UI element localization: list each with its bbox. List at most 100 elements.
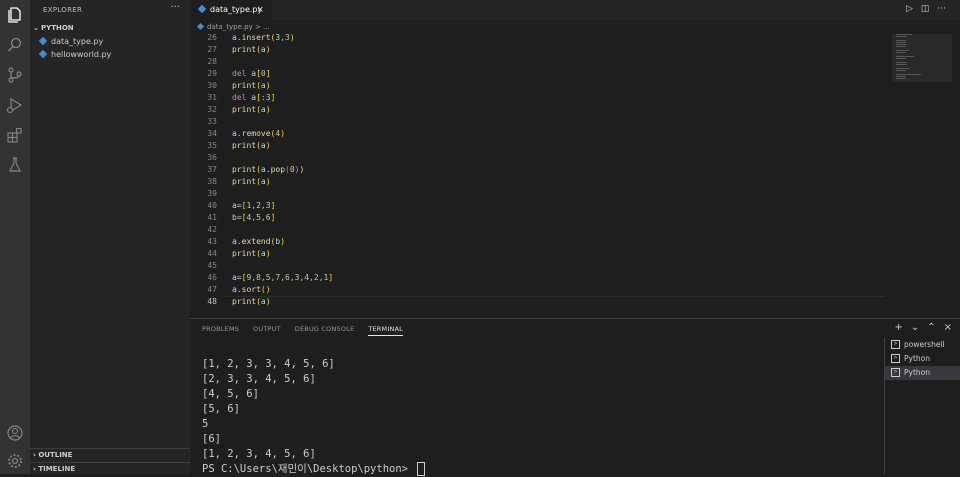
line-number: 36	[207, 153, 217, 162]
code-line[interactable]: 35 print(a)	[190, 140, 892, 152]
line-number: 27	[207, 45, 217, 54]
code-editor[interactable]: 26 a.insert(3,3) 27 print(a) 28 29 del a[0] 30 p…	[190, 34, 892, 306]
code-token: ]	[270, 213, 276, 222]
minimap-line	[896, 77, 906, 79]
line-number: 41	[207, 213, 217, 222]
code-text: a=[9,8,5,7,6,3,4,2,1]	[232, 272, 333, 284]
code-line[interactable]: 48 print(a)	[190, 296, 892, 306]
line-number: 39	[207, 189, 217, 198]
code-line[interactable]: 26 a.insert(3,3)	[190, 34, 892, 44]
line-number: 43	[207, 237, 217, 246]
code-token: )	[265, 249, 271, 258]
code-line[interactable]: 29 del a[0]	[190, 68, 892, 80]
terminal-list-item[interactable]: > Python	[885, 366, 960, 380]
folder-python[interactable]: ⌄ PYTHON	[33, 24, 74, 32]
settings-gear-icon[interactable]	[6, 452, 24, 470]
code-text: a.insert(3,3)	[232, 34, 295, 44]
search-icon[interactable]	[6, 36, 24, 54]
code-line[interactable]: 45	[190, 260, 892, 272]
code-token: .pop	[265, 165, 286, 174]
code-line[interactable]: 31 del a[:3]	[190, 92, 892, 104]
account-icon[interactable]	[6, 424, 24, 442]
split-editor-icon[interactable]: ◫	[921, 4, 930, 14]
code-token: ]	[270, 201, 276, 210]
code-line[interactable]: 46 a=[9,8,5,7,6,3,4,2,1]	[190, 272, 892, 284]
terminal-line: [1, 2, 3, 3, 4, 5, 6]	[202, 358, 335, 370]
source-control-icon[interactable]	[6, 66, 24, 84]
tab-data-type[interactable]: data_type.py ×	[190, 0, 272, 20]
code-line[interactable]: 40 a=[1,2,3]	[190, 200, 892, 212]
terminal-dropdown-icon[interactable]: ⌄	[911, 322, 919, 333]
code-token: ]	[328, 273, 334, 282]
code-token: .sort	[236, 285, 261, 294]
line-number: 28	[207, 57, 217, 66]
code-text: b=[4,5,6]	[232, 212, 275, 224]
testing-flask-icon[interactable]	[6, 156, 24, 174]
terminal-line: [4, 5, 6]	[202, 388, 259, 400]
code-line[interactable]: 44 print(a)	[190, 248, 892, 260]
terminal-output[interactable]: [1, 2, 3, 3, 4, 5, 6] [2, 3, 3, 4, 5, 6] […	[202, 357, 426, 477]
new-terminal-icon[interactable]: +	[894, 322, 902, 333]
editor-actions: ▷ ◫ ···	[906, 4, 946, 14]
code-text: a.extend(b)	[232, 236, 285, 248]
line-number: 37	[207, 165, 217, 174]
bottom-panel: PROBLEMS OUTPUT DEBUG CONSOLE TERMINAL + ⌄ …	[190, 318, 960, 477]
code-text: print(a)	[232, 296, 271, 306]
code-text: print(a)	[232, 248, 271, 260]
code-token: .extend	[236, 237, 271, 246]
minimap-content	[896, 34, 924, 84]
code-token: 3,3	[275, 34, 290, 42]
code-line[interactable]: 39	[190, 188, 892, 200]
tab-debug-console[interactable]: DEBUG CONSOLE	[295, 325, 355, 336]
explorer-icon[interactable]	[6, 6, 24, 24]
line-number: 45	[207, 261, 217, 270]
code-line[interactable]: 32 print(a)	[190, 104, 892, 116]
code-line[interactable]: 28	[190, 56, 892, 68]
code-line[interactable]: 36	[190, 152, 892, 164]
code-line[interactable]: 43 a.extend(b)	[190, 236, 892, 248]
tab-problems[interactable]: PROBLEMS	[202, 325, 239, 336]
code-line[interactable]: 33	[190, 116, 892, 128]
terminal-icon: >	[891, 353, 900, 363]
code-line[interactable]: 38 print(a)	[190, 176, 892, 188]
terminal-list: > powershell > Python > Python	[884, 338, 960, 474]
close-panel-icon[interactable]: ×	[944, 322, 952, 333]
maximize-panel-icon[interactable]: ⌃	[927, 322, 935, 333]
code-line[interactable]: 42	[190, 224, 892, 236]
more-actions-icon[interactable]: ···	[170, 2, 180, 13]
line-number: 30	[207, 81, 217, 90]
code-line[interactable]: 47 a.sort()	[190, 284, 892, 296]
tab-terminal[interactable]: TERMINAL	[368, 325, 403, 336]
file-hellowworld[interactable]: hellowworld.py	[38, 49, 111, 61]
run-file-icon[interactable]: ▷	[906, 4, 913, 14]
code-token: )	[265, 177, 271, 186]
code-text: a.remove(4)	[232, 128, 285, 140]
code-line[interactable]: 34 a.remove(4)	[190, 128, 892, 140]
python-file-icon	[38, 49, 48, 58]
line-number: 26	[207, 34, 217, 42]
line-number: 29	[207, 69, 217, 78]
code-token: del	[232, 69, 252, 78]
tab-output[interactable]: OUTPUT	[253, 325, 281, 336]
code-line[interactable]: 27 print(a)	[190, 44, 892, 56]
outline-section[interactable]: › OUTLINE	[30, 448, 190, 462]
run-debug-icon[interactable]	[6, 96, 24, 114]
extensions-icon[interactable]	[6, 126, 24, 144]
more-actions-icon[interactable]: ···	[937, 4, 946, 14]
terminal-prompt[interactable]: PS C:\Users\재민이\Desktop\python>	[202, 462, 426, 477]
minimap[interactable]	[892, 34, 960, 306]
code-line[interactable]: 37 print(a.pop(0))	[190, 164, 892, 176]
terminal-list-item[interactable]: > Python	[885, 352, 960, 366]
editor-tab-bar: data_type.py × ▷ ◫ ···	[190, 0, 960, 20]
code-token: )	[265, 81, 271, 90]
code-token: ]	[265, 69, 271, 78]
code-line[interactable]: 41 b=[4,5,6]	[190, 212, 892, 224]
code-token: print	[232, 165, 257, 174]
breadcrumb[interactable]: data_type.py > ...	[196, 21, 270, 33]
code-token: 4,5,6	[246, 213, 271, 222]
code-line[interactable]: 30 print(a)	[190, 80, 892, 92]
code-token: )	[280, 237, 286, 246]
terminal-list-item[interactable]: > powershell	[885, 338, 960, 352]
close-tab-icon[interactable]: ×	[256, 0, 264, 20]
file-data-type[interactable]: data_type.py	[38, 36, 103, 48]
